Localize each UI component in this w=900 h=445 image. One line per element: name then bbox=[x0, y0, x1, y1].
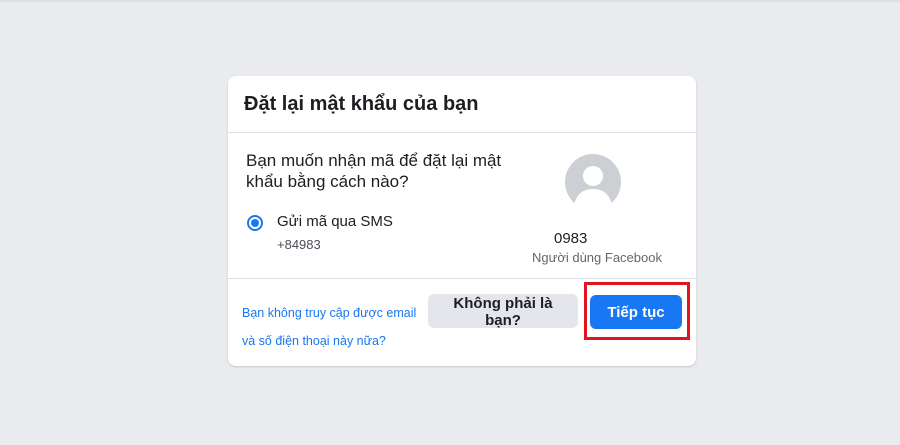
default-user-avatar-icon bbox=[565, 154, 621, 210]
not-you-button[interactable]: Không phải là bạn? bbox=[428, 294, 578, 329]
reset-method-question: Bạn muốn nhận mã để đặt lại mật khẩu bằn… bbox=[246, 151, 502, 191]
sms-phone-number: +84983 bbox=[277, 237, 321, 252]
no-access-help-link[interactable]: Bạn không truy cập được email và số điện… bbox=[242, 299, 432, 355]
dialog-title: Đặt lại mật khẩu của bạn bbox=[244, 92, 479, 115]
sms-radio-button[interactable] bbox=[247, 215, 263, 231]
sms-option-label[interactable]: Gửi mã qua SMS bbox=[277, 213, 393, 230]
dialog-body: Bạn muốn nhận mã để đặt lại mật khẩu bằn… bbox=[228, 133, 696, 279]
account-number: 0983 bbox=[554, 230, 588, 247]
continue-button[interactable]: Tiếp tục bbox=[590, 295, 682, 329]
top-divider bbox=[0, 0, 900, 2]
dialog-footer: Bạn không truy cập được email và số điện… bbox=[228, 279, 696, 367]
dialog-header: Đặt lại mật khẩu của bạn bbox=[228, 76, 696, 133]
radio-selected-dot bbox=[251, 219, 259, 227]
account-type-label: Người dùng Facebook bbox=[532, 250, 662, 265]
reset-password-dialog: Đặt lại mật khẩu của bạn Bạn muốn nhận m… bbox=[228, 76, 696, 366]
